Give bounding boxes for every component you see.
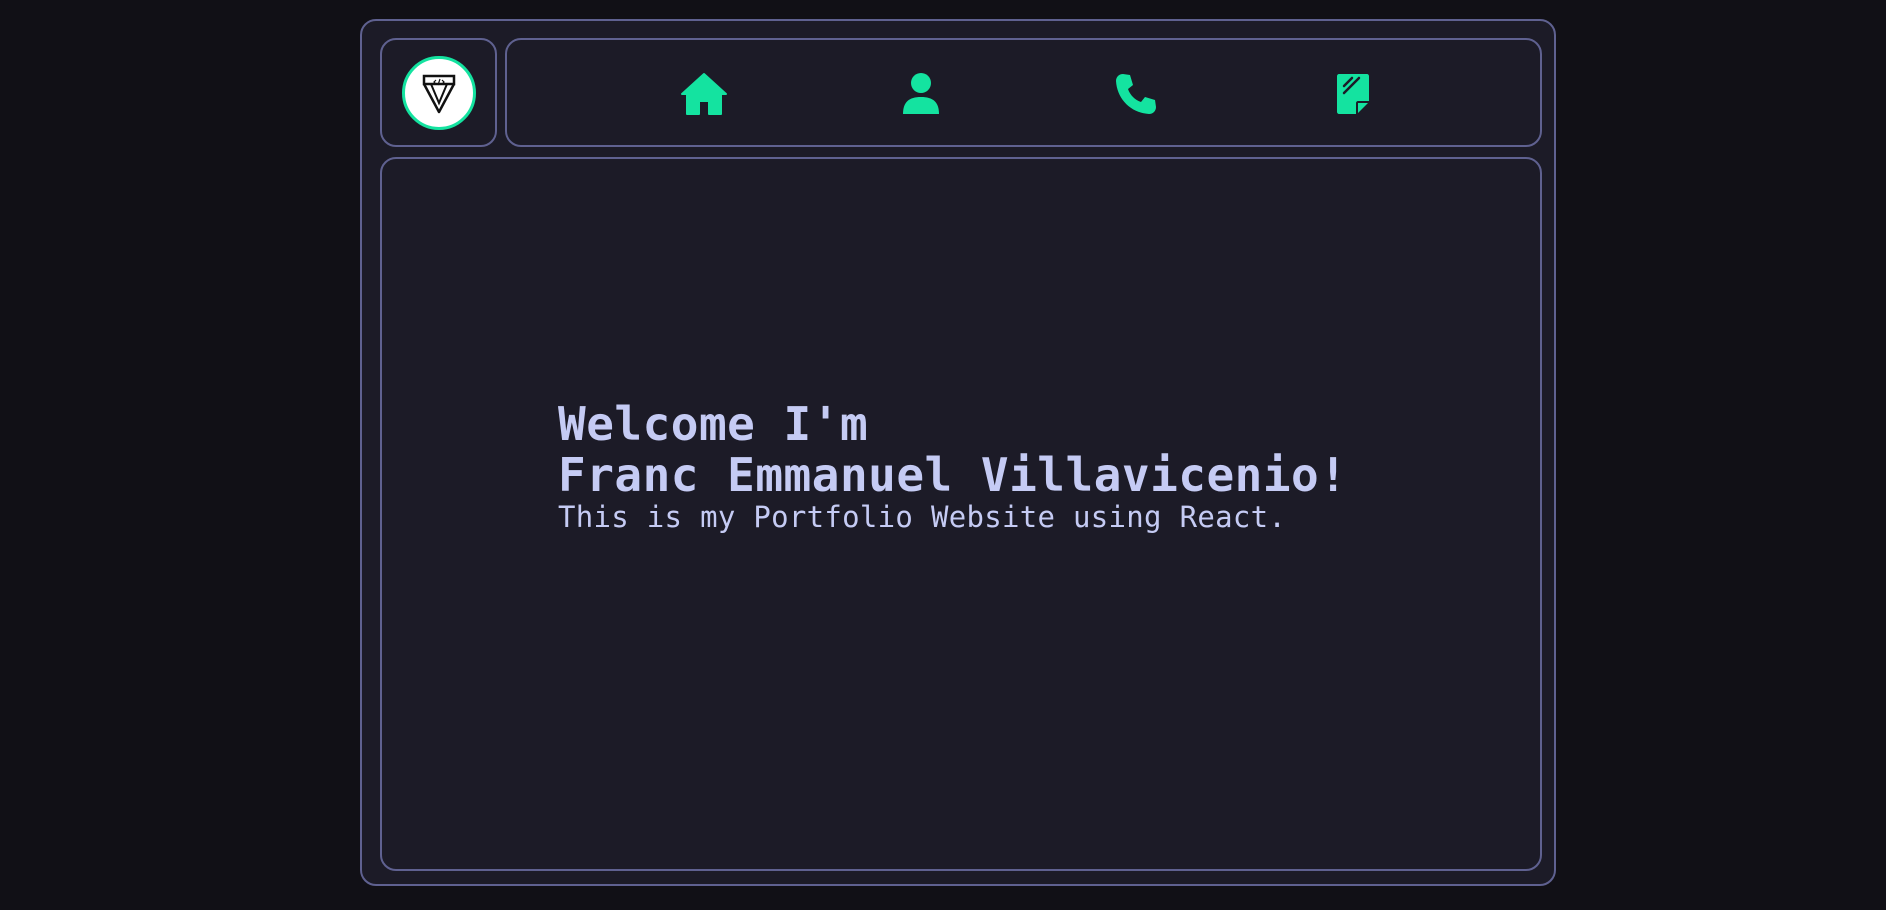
main-content: Welcome I'm Franc Emmanuel Villavicenio!…: [380, 157, 1542, 871]
nav-resume[interactable]: [1329, 70, 1377, 118]
hero-section: Welcome I'm Franc Emmanuel Villavicenio!…: [558, 399, 1347, 534]
phone-icon: [1116, 74, 1156, 114]
user-icon: [903, 73, 939, 114]
hero-title-line1: Welcome I'm: [558, 397, 869, 451]
hero-title-line2: Franc Emmanuel Villavicenio!: [558, 448, 1348, 502]
nav-about[interactable]: [897, 70, 945, 118]
home-icon: [681, 73, 727, 115]
nav-bar: [505, 38, 1542, 147]
nav-home[interactable]: [680, 70, 728, 118]
document-icon: [1337, 74, 1369, 114]
pen-nib-logo-icon: [422, 74, 455, 113]
app-frame: Welcome I'm Franc Emmanuel Villavicenio!…: [360, 19, 1556, 886]
logo[interactable]: [401, 55, 476, 130]
nav-contact[interactable]: [1112, 70, 1160, 118]
hero-title: Welcome I'm Franc Emmanuel Villavicenio!: [558, 399, 1347, 501]
logo-box: [380, 38, 497, 147]
hero-subtitle: This is my Portfolio Website using React…: [558, 500, 1287, 534]
